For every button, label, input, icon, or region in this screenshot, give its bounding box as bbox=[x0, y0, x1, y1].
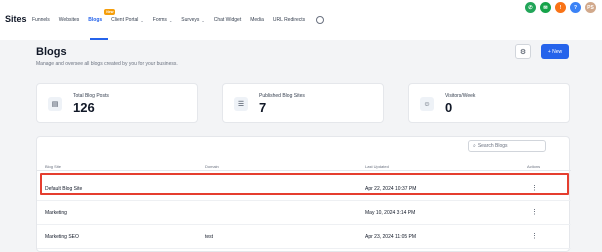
column-header[interactable]: Last Updated bbox=[365, 164, 389, 169]
nav-label: Chat Widget bbox=[213, 17, 242, 23]
stat-value: 0 bbox=[445, 100, 453, 115]
nav-label: Blogs bbox=[88, 17, 103, 23]
help-icon[interactable]: ? bbox=[570, 2, 581, 13]
stat-label: Published Blog Sites bbox=[259, 93, 305, 99]
nav-settings[interactable] bbox=[314, 16, 325, 24]
chevron-down-icon: ⌄ bbox=[168, 17, 173, 23]
chevron-down-icon: ⌄ bbox=[140, 17, 144, 23]
search-input[interactable]: ⌕ Search Blogs bbox=[468, 140, 546, 152]
settings-button[interactable]: ⚙ bbox=[515, 44, 531, 59]
blog-updated: Apr 23, 2024 11:05 PM bbox=[365, 234, 417, 240]
blog-domain: test bbox=[205, 234, 214, 240]
new-blog-button[interactable]: + New bbox=[541, 44, 569, 59]
column-header: Actions bbox=[527, 164, 541, 169]
article-icon: ☰ bbox=[234, 97, 248, 111]
nav-label: Funnels bbox=[32, 17, 50, 23]
more-vertical-icon[interactable]: ⋮ bbox=[531, 208, 538, 216]
nav-client-portal[interactable]: Client Portal ⌄ bbox=[111, 17, 144, 23]
user-icon: ☺ bbox=[420, 97, 434, 111]
table-row[interactable]: Marketing SEO test Apr 23, 2024 11:05 PM… bbox=[37, 225, 571, 249]
app-title: Sites bbox=[5, 14, 27, 24]
table-header: Blog Site Domain Last Updated Actions bbox=[37, 161, 571, 171]
nav-url-redirects[interactable]: URL Redirects bbox=[273, 17, 305, 23]
bell-icon[interactable]: ! bbox=[555, 2, 566, 13]
search-placeholder: Search Blogs bbox=[477, 143, 508, 149]
active-tab-indicator bbox=[90, 38, 108, 40]
settings-icon bbox=[316, 16, 325, 24]
column-header[interactable]: Blog Site bbox=[45, 164, 61, 169]
stat-card-visitors: ☺ Visitors/Week 0 bbox=[408, 83, 570, 123]
search-icon: ⌕ bbox=[473, 143, 476, 149]
megaphone-icon[interactable]: ✉ bbox=[540, 2, 551, 13]
stat-label: Total Blog Posts bbox=[73, 93, 109, 99]
phone-icon[interactable]: ✆ bbox=[525, 2, 536, 13]
page-title: Blogs bbox=[36, 46, 67, 58]
more-vertical-icon[interactable]: ⋮ bbox=[531, 232, 538, 240]
nav-label: URL Redirects bbox=[272, 17, 306, 23]
stat-card-published-sites: ☰ Published Blog Sites 7 bbox=[222, 83, 384, 123]
nav-websites[interactable]: Websites bbox=[59, 17, 79, 23]
blog-updated: May 10, 2024 3:14 PM bbox=[365, 210, 416, 216]
new-badge: New bbox=[104, 9, 116, 15]
page-subtitle: Manage and oversee all blogs created by … bbox=[36, 61, 178, 67]
nav-chat-widget[interactable]: Chat Widget bbox=[214, 17, 242, 23]
nav-funnels[interactable]: Funnels bbox=[32, 17, 50, 23]
nav-blogs[interactable]: Blogs New bbox=[88, 9, 116, 23]
nav-surveys[interactable]: Surveys ⌄ bbox=[181, 17, 204, 23]
stat-card-total-posts: ▤ Total Blog Posts 126 bbox=[36, 83, 198, 123]
stat-value: 126 bbox=[73, 100, 95, 115]
stat-label: Visitors/Week bbox=[445, 93, 476, 99]
nav-label: Forms bbox=[152, 17, 167, 23]
nav-forms[interactable]: Forms ⌄ bbox=[153, 17, 173, 23]
avatar[interactable]: PS bbox=[585, 2, 596, 13]
nav-label: Media bbox=[250, 17, 264, 23]
main-nav: Funnels Websites Blogs New Client Portal… bbox=[32, 9, 333, 24]
selection-highlight bbox=[40, 173, 569, 195]
chevron-down-icon: ⌄ bbox=[201, 17, 205, 23]
blog-name[interactable]: Marketing bbox=[45, 210, 67, 216]
gear-icon: ⚙ bbox=[519, 48, 527, 56]
nav-label: Websites bbox=[58, 17, 80, 23]
column-header: Domain bbox=[205, 164, 219, 169]
header-actions: ✆ ✉ ! ? PS bbox=[521, 2, 596, 13]
nav-label: Client Portal bbox=[111, 17, 139, 23]
stat-value: 7 bbox=[259, 100, 267, 115]
top-bar: Sites Funnels Websites Blogs New Client … bbox=[0, 0, 602, 40]
table-row[interactable]: Marketing May 10, 2024 3:14 PM ⋮ bbox=[37, 201, 571, 225]
document-icon: ▤ bbox=[48, 97, 62, 111]
blog-name[interactable]: Marketing SEO bbox=[45, 234, 79, 240]
nav-label: Surveys bbox=[181, 17, 200, 23]
nav-media[interactable]: Media bbox=[250, 17, 264, 23]
